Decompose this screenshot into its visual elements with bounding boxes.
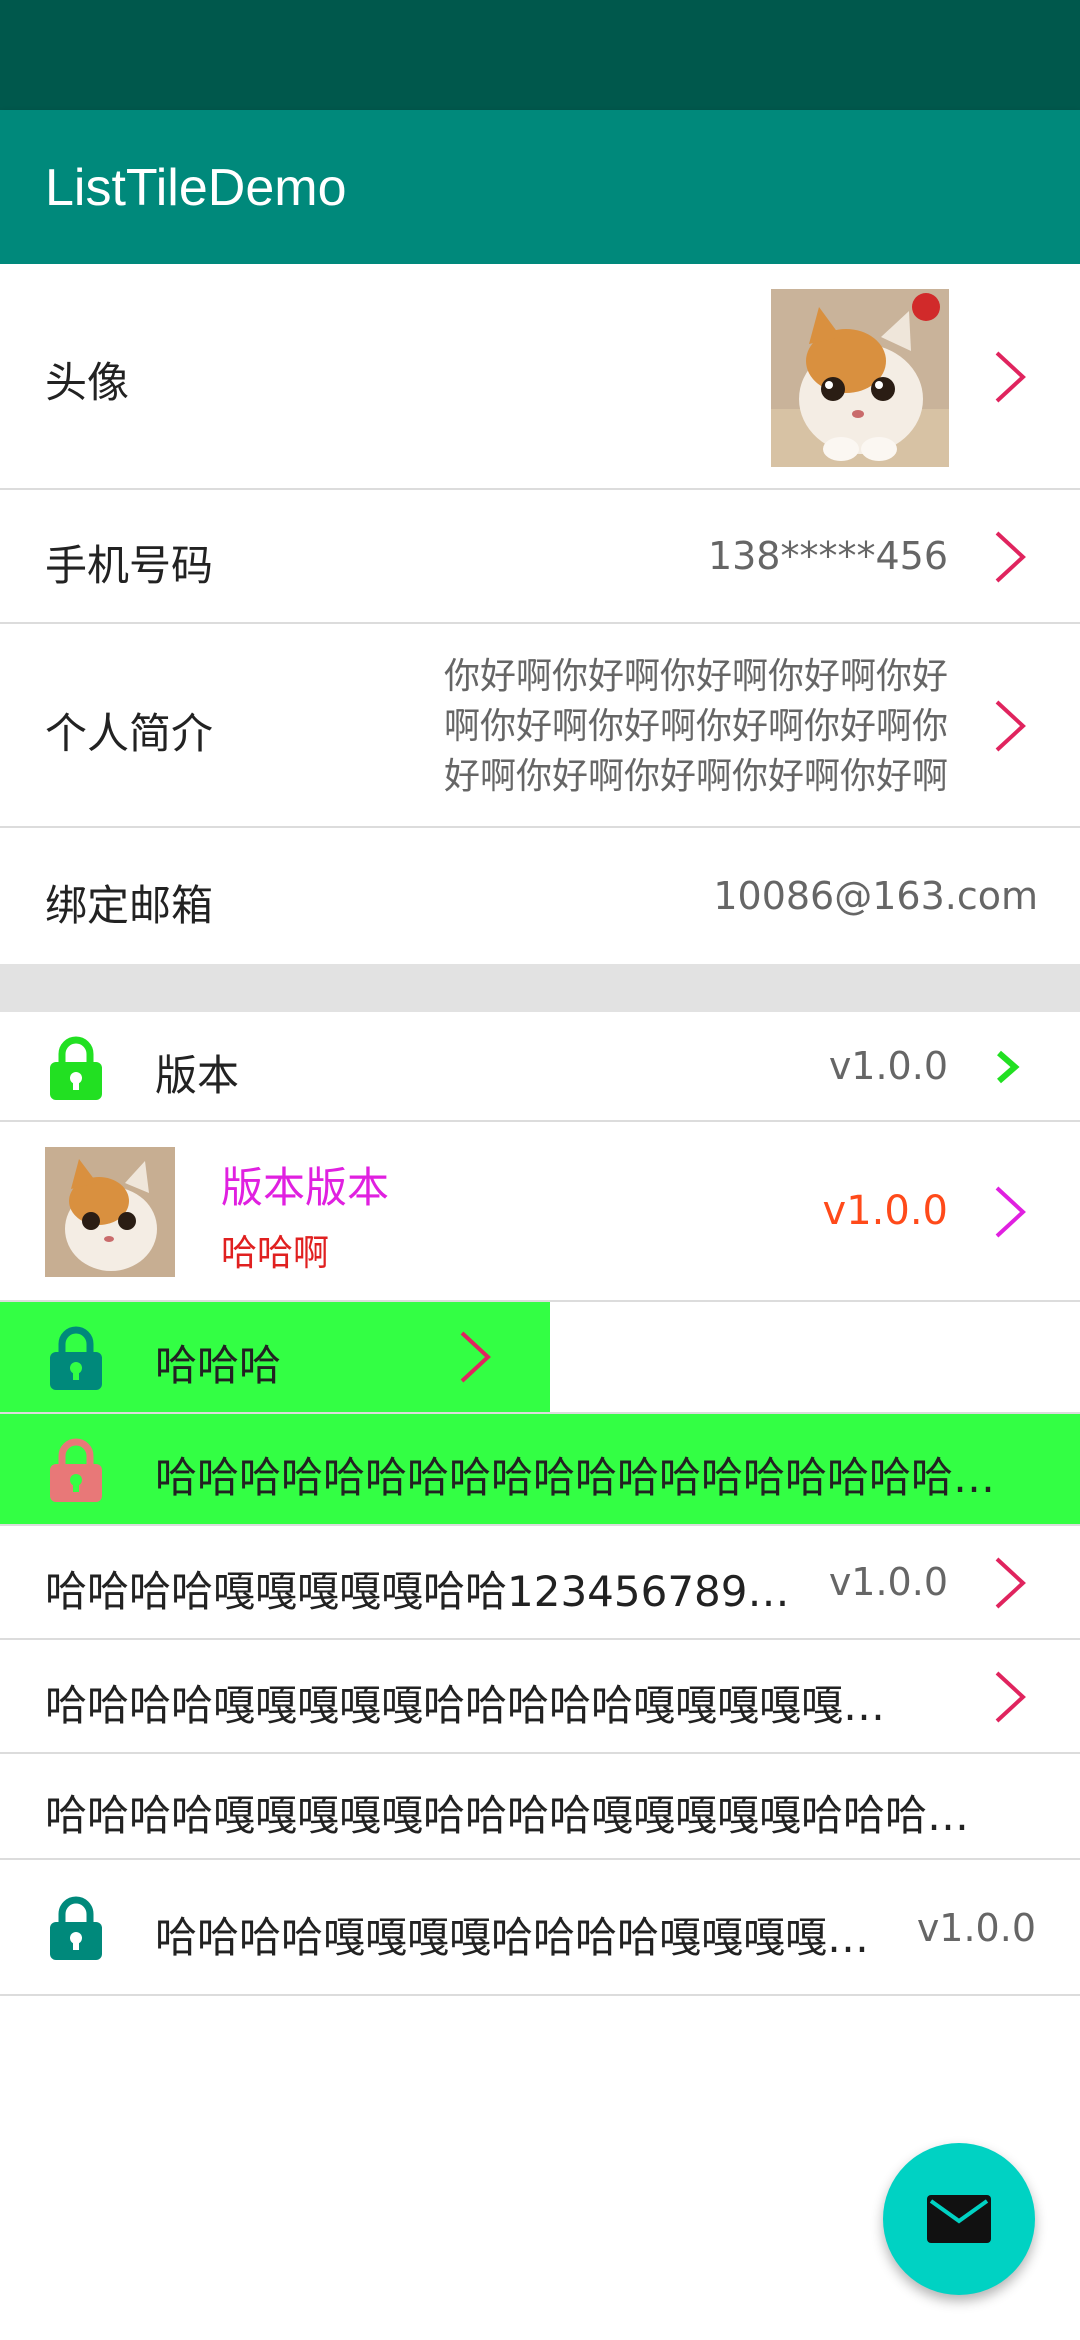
lock-icon bbox=[50, 1036, 102, 1100]
chevron-right-icon bbox=[997, 1050, 1020, 1084]
avatar-row[interactable]: 头像 bbox=[0, 264, 1080, 490]
status-bar bbox=[0, 0, 1080, 110]
version2-value: v1.0.0 bbox=[822, 1188, 948, 1234]
mail-fab-button[interactable] bbox=[883, 2143, 1035, 2295]
long4-row[interactable]: 哈哈哈哈嘎嘎嘎嘎哈哈哈哈嘎嘎嘎嘎嘎嘎嘎 v1.0.0 bbox=[0, 1860, 1080, 1996]
cat-photo bbox=[45, 1147, 175, 1277]
chevron-right-icon bbox=[995, 531, 1026, 583]
chevron-right-icon bbox=[995, 1671, 1026, 1723]
long1-row[interactable]: 哈哈哈哈嘎嘎嘎嘎嘎哈哈1234567890abcdef v1.0.0 bbox=[0, 1526, 1080, 1640]
version2-row[interactable]: 版本版本 哈哈啊 v1.0.0 bbox=[0, 1122, 1080, 1302]
email-value: 10086@163.com bbox=[713, 874, 1038, 918]
version2-title: 版本版本 bbox=[221, 1163, 390, 1212]
chevron-right-icon bbox=[995, 351, 1026, 403]
lock-icon bbox=[50, 1438, 102, 1502]
avatar[interactable] bbox=[771, 289, 949, 467]
app-title: ListTileDemo bbox=[45, 159, 347, 217]
long2-row[interactable]: 哈哈哈哈嘎嘎嘎嘎嘎哈哈哈哈哈嘎嘎嘎嘎嘎嘎嘎嘎 bbox=[0, 1640, 1080, 1754]
bio-value: 你好啊你好啊你好啊你好啊你好 啊你好啊你好啊你好啊你好啊你 好啊你好啊你好啊你好… bbox=[444, 652, 948, 802]
long-green-title: 哈哈哈哈哈哈哈哈哈哈哈哈哈哈哈哈哈哈哈哈哈哈 bbox=[155, 1453, 1020, 1502]
haha-title: 哈哈哈 bbox=[155, 1341, 282, 1390]
lock-icon bbox=[50, 1896, 102, 1960]
bio-line: 啊你好啊你好啊你好啊你好啊你 bbox=[443, 706, 948, 747]
long3-title: 哈哈哈哈嘎嘎嘎嘎嘎哈哈哈哈嘎嘎嘎嘎嘎哈哈哈哈哈哈 bbox=[45, 1791, 1000, 1840]
avatar-label: 头像 bbox=[45, 358, 130, 407]
chevron-right-icon bbox=[995, 1557, 1026, 1609]
long2-title: 哈哈哈哈嘎嘎嘎嘎嘎哈哈哈哈哈嘎嘎嘎嘎嘎嘎嘎嘎 bbox=[45, 1681, 915, 1730]
long4-value: v1.0.0 bbox=[916, 1906, 1036, 1950]
bio-line: 你好啊你好啊你好啊你好啊你好 bbox=[443, 656, 948, 697]
bio-label: 个人简介 bbox=[45, 709, 214, 758]
long1-value: v1.0.0 bbox=[828, 1560, 948, 1604]
email-row[interactable]: 绑定邮箱 10086@163.com bbox=[0, 828, 1080, 964]
version-title: 版本 bbox=[155, 1051, 240, 1100]
version2-subtitle: 哈哈啊 bbox=[221, 1233, 330, 1274]
chevron-right-icon bbox=[995, 700, 1026, 752]
haha-row[interactable]: 哈哈哈 bbox=[0, 1302, 1080, 1414]
email-label: 绑定邮箱 bbox=[45, 881, 214, 930]
section-divider bbox=[0, 964, 1080, 1012]
version-value: v1.0.0 bbox=[828, 1044, 948, 1088]
long3-row[interactable]: 哈哈哈哈嘎嘎嘎嘎嘎哈哈哈哈嘎嘎嘎嘎嘎哈哈哈哈哈哈 bbox=[0, 1754, 1080, 1860]
long1-title: 哈哈哈哈嘎嘎嘎嘎嘎哈哈1234567890abcdef bbox=[45, 1567, 810, 1616]
phone-row[interactable]: 手机号码 138*****456 bbox=[0, 490, 1080, 624]
phone-label: 手机号码 bbox=[45, 541, 214, 590]
phone-value: 138*****456 bbox=[707, 534, 948, 578]
long-green-row[interactable]: 哈哈哈哈哈哈哈哈哈哈哈哈哈哈哈哈哈哈哈哈哈哈 bbox=[0, 1414, 1080, 1526]
bio-line: 好啊你好啊你好啊你好啊你好啊 bbox=[443, 756, 948, 797]
app-bar: ListTileDemo bbox=[0, 110, 1080, 264]
chevron-right-icon bbox=[460, 1331, 491, 1383]
lock-icon bbox=[50, 1326, 102, 1390]
mail-icon bbox=[927, 2195, 991, 2243]
chevron-right-icon bbox=[995, 1186, 1026, 1238]
bio-row[interactable]: 个人简介 你好啊你好啊你好啊你好啊你好 啊你好啊你好啊你好啊你好啊你 好啊你好啊… bbox=[0, 624, 1080, 828]
long4-title: 哈哈哈哈嘎嘎嘎嘎哈哈哈哈嘎嘎嘎嘎嘎嘎嘎 bbox=[155, 1913, 895, 1962]
version-row[interactable]: 版本 v1.0.0 bbox=[0, 1012, 1080, 1122]
